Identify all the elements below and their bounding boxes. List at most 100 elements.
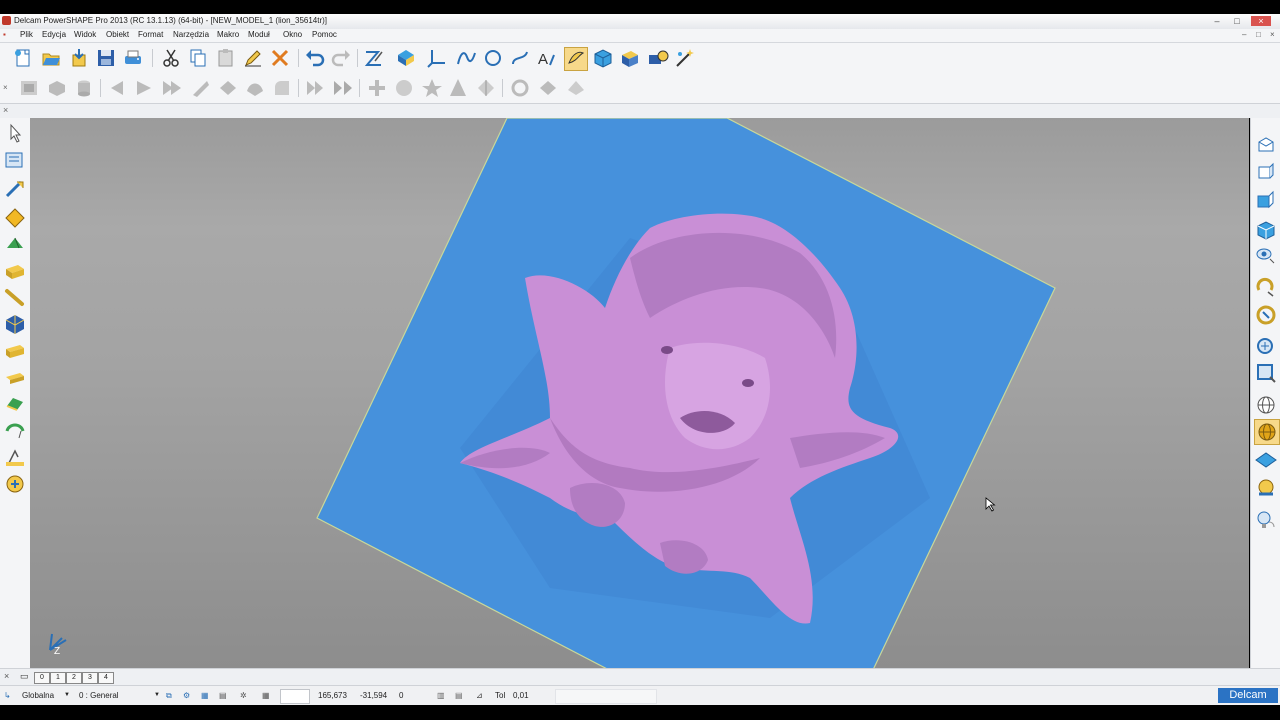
box-yellow-2-icon[interactable] [3, 365, 27, 389]
menu-edycja[interactable]: Edycja [42, 30, 66, 39]
line-icon[interactable] [3, 285, 27, 309]
smooth-icon[interactable] [244, 77, 266, 99]
text-icon[interactable]: A [536, 47, 558, 69]
menu-okno[interactable]: Okno [283, 30, 302, 39]
level-dropdown-icon[interactable]: ▼ [154, 689, 160, 702]
assembly-icon[interactable] [647, 47, 669, 69]
view-top-icon[interactable] [1254, 134, 1278, 158]
menu-narzedzia[interactable]: Narzędzia [173, 30, 209, 39]
fill-icon[interactable] [565, 77, 587, 99]
app-icon[interactable] [2, 16, 11, 25]
circle-icon[interactable] [482, 47, 504, 69]
fillet-icon[interactable] [271, 77, 293, 99]
analysis-icon[interactable] [3, 472, 27, 496]
mdi-maximize-button[interactable]: □ [1256, 30, 1261, 39]
wireframe-icon[interactable] [3, 178, 27, 202]
tab-0[interactable]: 0 [34, 672, 50, 684]
tabbar-close-icon[interactable]: × [4, 671, 9, 681]
maximize-button[interactable]: □ [1231, 16, 1243, 26]
import-icon[interactable] [68, 47, 90, 69]
view-eye-icon[interactable] [1254, 243, 1278, 267]
arc-icon[interactable] [509, 47, 531, 69]
view-iso-icon[interactable] [160, 77, 182, 99]
cube-icon[interactable] [3, 312, 27, 336]
menu-plik[interactable]: Plik [20, 30, 33, 39]
left-panel-close-icon[interactable]: × [3, 105, 8, 115]
view-front-icon[interactable] [107, 77, 129, 99]
calculator-icon[interactable]: ▤ [455, 689, 463, 702]
scale-icon[interactable] [475, 77, 497, 99]
surface-diamond-icon[interactable] [3, 206, 27, 230]
menu-modul[interactable]: Moduł [248, 30, 270, 39]
grid-icon[interactable]: ▦ [262, 689, 270, 702]
solid-icon[interactable] [592, 47, 614, 69]
redo-icon[interactable] [330, 47, 352, 69]
cut-icon[interactable] [160, 47, 182, 69]
mirror-icon[interactable] [304, 77, 326, 99]
shaded-sphere-icon[interactable] [1254, 419, 1280, 445]
shell-icon[interactable] [537, 77, 559, 99]
paste-icon[interactable] [215, 47, 237, 69]
select-icon[interactable] [3, 121, 27, 145]
save-icon[interactable] [95, 47, 117, 69]
block-icon[interactable] [3, 259, 27, 283]
menu-format[interactable]: Format [138, 30, 163, 39]
menu-doc-icon[interactable]: ▪ [3, 30, 6, 39]
tolerance-value[interactable]: 0,01 [513, 689, 529, 702]
curve-edit-icon[interactable] [3, 419, 27, 443]
star-icon[interactable] [421, 77, 443, 99]
solid-edit-icon[interactable] [3, 392, 27, 416]
sphere-icon[interactable] [393, 77, 415, 99]
offset-icon[interactable] [331, 77, 353, 99]
slice-icon[interactable] [189, 77, 211, 99]
tabbar-window-icon[interactable]: ▭ [20, 671, 29, 682]
menu-makro[interactable]: Makro [217, 30, 239, 39]
tab-2[interactable]: 2 [66, 672, 82, 684]
select-shape-icon[interactable] [564, 47, 588, 71]
close-button[interactable]: × [1251, 16, 1271, 26]
zoom-box-icon[interactable] [1254, 361, 1278, 385]
print-icon[interactable] [122, 47, 144, 69]
workplane-icon[interactable] [395, 47, 417, 69]
plane-icon[interactable] [1254, 448, 1278, 472]
mdi-minimize-button[interactable]: – [1242, 30, 1246, 39]
lightbulb-icon[interactable] [1254, 508, 1278, 532]
shade-icon[interactable] [18, 77, 40, 99]
multi-select-icon[interactable] [3, 148, 27, 172]
shade-mode-icon[interactable] [46, 77, 68, 99]
snap-icon[interactable]: ✲ [240, 689, 247, 702]
menu-pomoc[interactable]: Pomoc [312, 30, 337, 39]
toolbar-close-icon[interactable]: × [3, 83, 8, 92]
spin-icon[interactable] [1254, 303, 1278, 327]
input-box[interactable] [280, 689, 310, 704]
cone-icon[interactable] [447, 77, 469, 99]
sketch-icon[interactable] [363, 47, 385, 69]
coord-system-select[interactable]: Globalna [22, 689, 54, 702]
level-select[interactable]: 0 : General [79, 689, 119, 702]
view-front-icon[interactable] [1254, 160, 1278, 184]
units-icon[interactable]: ▥ [437, 689, 445, 702]
surface-icon[interactable] [619, 47, 641, 69]
tab-1[interactable]: 1 [50, 672, 66, 684]
workplane-status-icon[interactable]: ▦ [201, 689, 209, 702]
light-icon[interactable] [1254, 476, 1278, 500]
rotate-icon[interactable] [1254, 276, 1278, 300]
new-model-icon[interactable] [12, 47, 34, 69]
blend-icon[interactable] [217, 77, 239, 99]
coord-system-dropdown-icon[interactable]: ▼ [64, 689, 70, 702]
measure-icon[interactable] [3, 446, 27, 470]
mdi-close-button[interactable]: × [1270, 30, 1275, 39]
view-cube-icon[interactable] [1254, 218, 1278, 242]
zoom-icon[interactable] [1254, 335, 1278, 359]
tab-3[interactable]: 3 [82, 672, 98, 684]
graphics-viewport[interactable]: Z [30, 118, 1249, 668]
solid-green-icon[interactable] [3, 232, 27, 256]
axis-icon[interactable] [426, 47, 448, 69]
menu-widok[interactable]: Widok [74, 30, 96, 39]
lock-icon[interactable]: ▤ [219, 689, 227, 702]
tab-4[interactable]: 4 [98, 672, 114, 684]
copy-icon[interactable] [187, 47, 209, 69]
undo-icon[interactable] [304, 47, 326, 69]
edit-icon[interactable] [242, 47, 264, 69]
view-iso-icon[interactable] [1254, 187, 1278, 211]
